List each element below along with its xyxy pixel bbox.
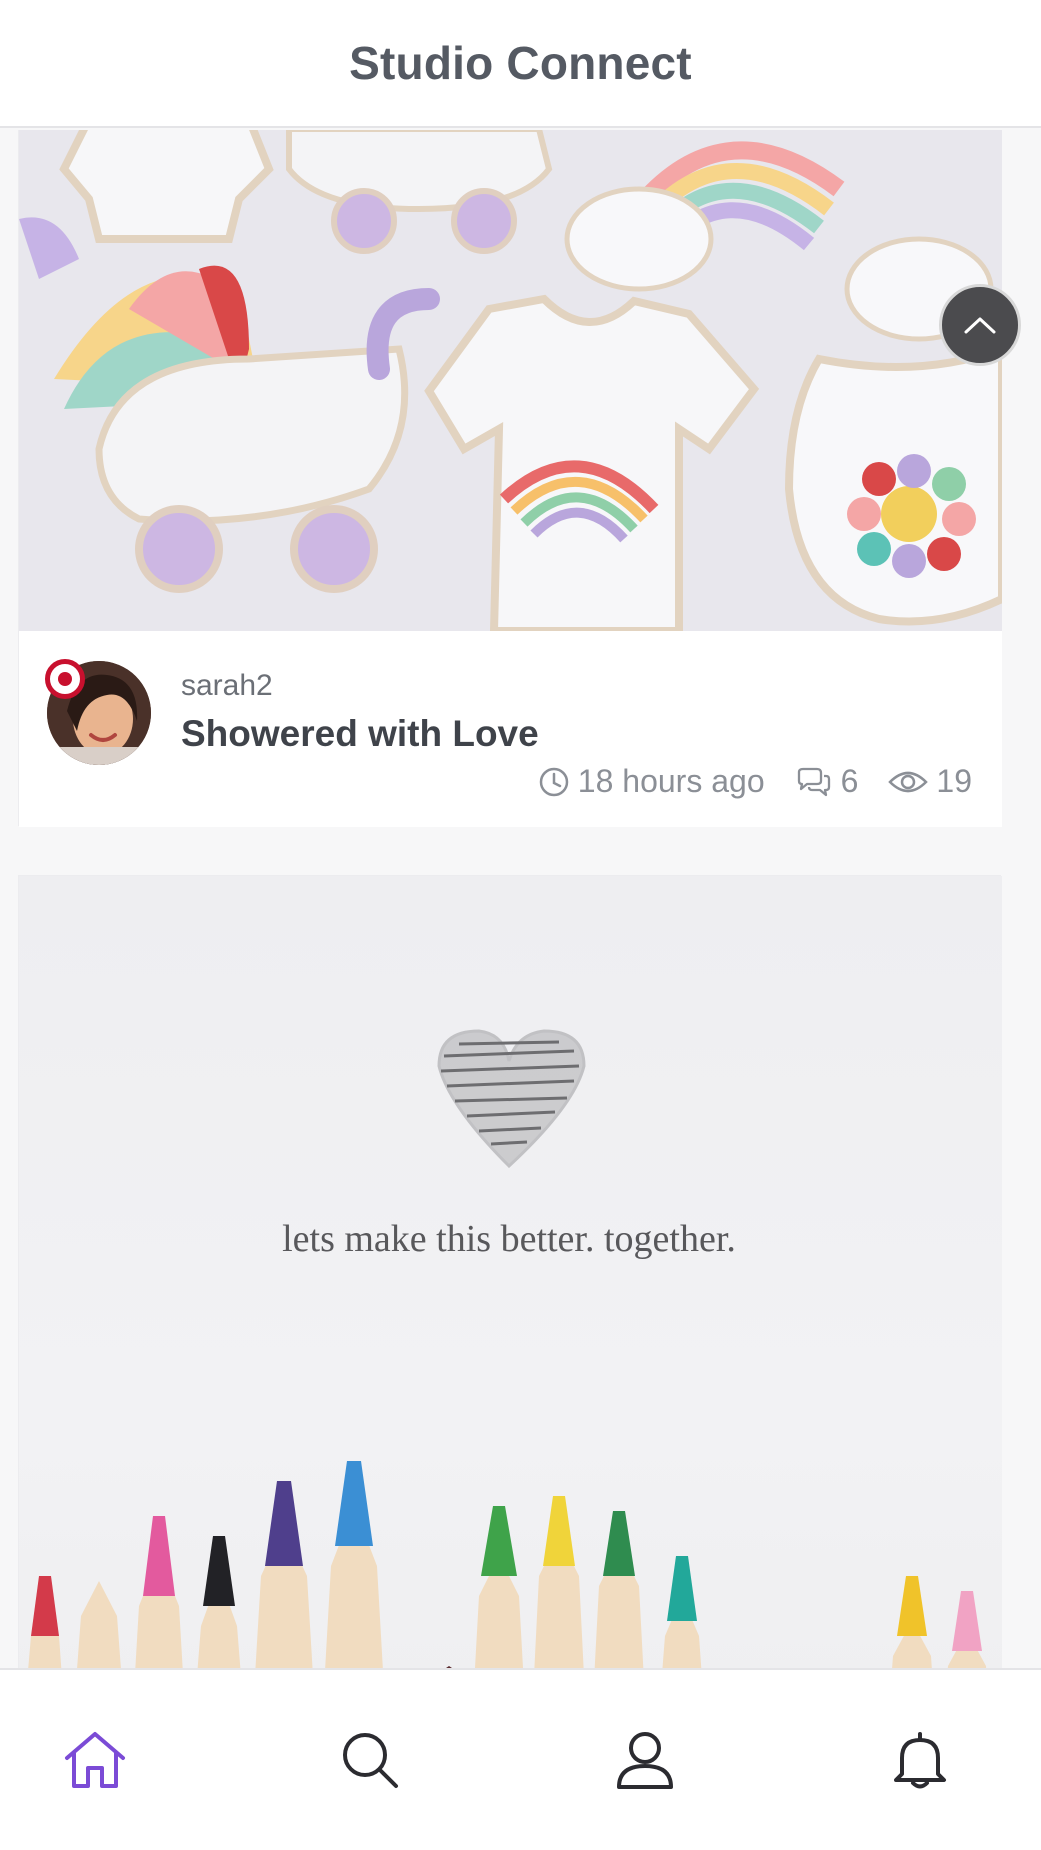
post-feed[interactable]: sarah2 Showered with Love 18 hours ago 6 <box>0 130 1041 1670</box>
comments-icon <box>797 767 830 796</box>
post-stats: 18 hours ago 6 19 <box>538 763 972 800</box>
red-target-badge <box>45 659 85 699</box>
colored-pencils-image <box>28 1461 987 1670</box>
tab-profile[interactable] <box>610 1725 680 1795</box>
search-icon <box>343 1733 398 1788</box>
heart-sketch-icon <box>437 1029 586 1169</box>
chevron-up-icon <box>964 317 996 334</box>
tab-notifications[interactable] <box>885 1725 955 1795</box>
home-icon <box>65 1732 125 1788</box>
view-count: 19 <box>936 763 972 799</box>
post-title[interactable]: Showered with Love <box>181 713 539 755</box>
post-views: 19 <box>888 763 972 800</box>
post-time-text: 18 hours ago <box>577 763 765 799</box>
post-meta[interactable]: sarah2 Showered with Love 18 hours ago 6 <box>19 631 1002 827</box>
clock-icon <box>539 767 569 796</box>
scroll-to-top-button[interactable] <box>939 284 1021 366</box>
post-card[interactable]: sarah2 Showered with Love 18 hours ago 6 <box>18 130 1021 827</box>
post-image-cookies[interactable] <box>19 130 1002 631</box>
eye-icon <box>888 771 929 792</box>
comment-count: 6 <box>840 763 859 799</box>
post-time: 18 hours ago <box>538 763 765 800</box>
post-card[interactable]: lets make this better. together. <box>18 875 1002 1670</box>
author-username[interactable]: sarah2 <box>181 669 273 703</box>
app-header: Studio Connect <box>0 0 1041 128</box>
tab-search[interactable] <box>335 1725 405 1795</box>
app-title: Studio Connect <box>349 37 692 89</box>
tab-home[interactable] <box>60 1725 130 1795</box>
post-image-pencils[interactable]: lets make this better. together. <box>19 876 1002 1670</box>
post-comments[interactable]: 6 <box>795 763 859 800</box>
bottom-tab-bar <box>0 1668 1041 1850</box>
post-caption: lets make this better. together. <box>282 1218 736 1260</box>
bell-icon <box>894 1732 946 1789</box>
user-icon <box>617 1732 673 1789</box>
